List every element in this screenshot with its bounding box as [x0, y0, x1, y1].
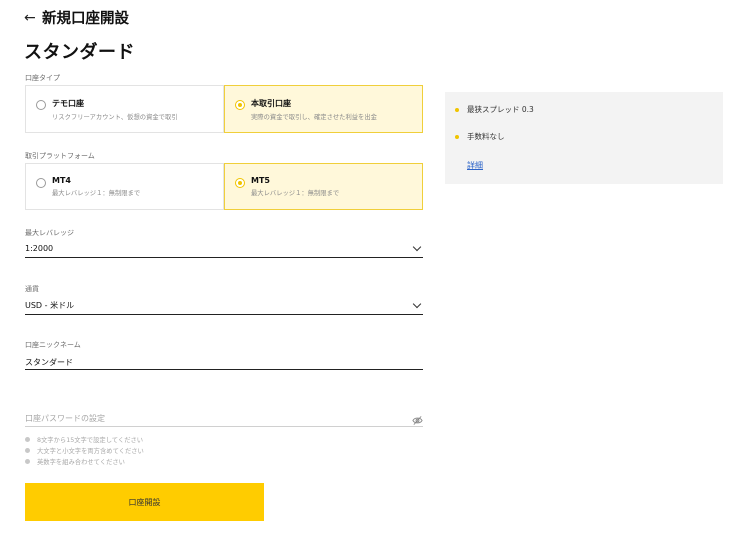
- hint-item: 8文字から15文字で設定してください: [25, 434, 144, 445]
- hint-bullet: [25, 437, 30, 442]
- account-type-option-demo[interactable]: テモ口座 リスクフリーアカウント、仮想の資金で取引: [25, 85, 224, 133]
- header: ← 新規口座開設: [24, 7, 129, 28]
- hint-bullet: [25, 448, 30, 453]
- platform-option-mt4[interactable]: MT4 最大レバレッジ１：無制限まで: [25, 163, 224, 210]
- hint-bullet: [25, 459, 30, 464]
- radio-button[interactable]: [36, 100, 46, 110]
- currency-label: 通貨: [25, 285, 39, 293]
- account-type-group: テモ口座 リスクフリーアカウント、仮想の資金で取引 本取引口座 実際の資金で取引…: [25, 85, 423, 133]
- currency-underline: [25, 314, 423, 315]
- option-title: テモ口座: [52, 99, 84, 108]
- hint-text: 大文字と小文字を両方含めてください: [37, 448, 144, 455]
- hint-item: 英数字を組み合わせてください: [25, 456, 144, 467]
- eye-off-icon[interactable]: [412, 411, 423, 425]
- arrow-left-icon[interactable]: ←: [24, 10, 42, 26]
- platform-option-mt5[interactable]: MT5 最大レバレッジ１：無制限まで: [224, 163, 423, 210]
- nickname-label: 口座ニックネーム: [25, 341, 81, 349]
- hint-text: 8文字から15文字で設定してください: [37, 437, 144, 444]
- option-title: MT4: [52, 176, 71, 185]
- password-hints: 8文字から15文字で設定してください 大文字と小文字を両方含めてください 英数字…: [25, 434, 144, 467]
- hint-item: 大文字と小文字を両方含めてください: [25, 445, 144, 456]
- nickname-underline: [25, 369, 423, 370]
- section-title: スタンダード: [24, 42, 135, 63]
- option-description: 最大レバレッジ１：無制限まで: [251, 190, 340, 197]
- account-type-option-live[interactable]: 本取引口座 実際の資金で取引し、確定させた利益を出金: [224, 85, 423, 133]
- password-input[interactable]: [25, 411, 423, 425]
- info-item: 手数料なし: [455, 131, 505, 142]
- account-type-label: 口座タイプ: [25, 74, 60, 82]
- open-account-button[interactable]: 口座開設: [25, 483, 264, 521]
- leverage-value: 1:2000: [25, 244, 54, 253]
- leverage-underline: [25, 257, 423, 258]
- info-text: 手数料なし: [467, 132, 505, 141]
- option-title: 本取引口座: [251, 99, 291, 108]
- platform-group: MT4 最大レバレッジ１：無制限まで MT5 最大レバレッジ１：無制限まで: [25, 163, 423, 210]
- option-description: リスクフリーアカウント、仮想の資金で取引: [52, 114, 178, 121]
- account-info-panel: 最狭スプレッド 0.3 手数料なし 詳細: [445, 92, 723, 184]
- page-title: 新規口座開設: [42, 11, 129, 27]
- info-bullet: [455, 107, 459, 112]
- radio-button-selected[interactable]: [235, 100, 245, 110]
- radio-button[interactable]: [36, 178, 46, 188]
- info-text: 最狭スプレッド 0.3: [467, 105, 534, 114]
- info-item: 最狭スプレッド 0.3: [455, 104, 534, 115]
- radio-button-selected[interactable]: [235, 178, 245, 188]
- hint-text: 英数字を組み合わせてください: [37, 459, 125, 466]
- currency-select[interactable]: USD - 米ドル: [25, 297, 423, 314]
- details-link[interactable]: 詳細: [467, 160, 483, 171]
- nickname-input[interactable]: [25, 355, 423, 369]
- platform-label: 取引プラットフォーム: [25, 152, 95, 160]
- info-bullet: [455, 134, 459, 139]
- currency-value: USD - 米ドル: [25, 301, 75, 310]
- chevron-down-icon: [412, 299, 422, 308]
- leverage-label: 最大レバレッジ: [25, 229, 74, 237]
- option-description: 最大レバレッジ１：無制限まで: [52, 190, 141, 197]
- option-title: MT5: [251, 176, 270, 185]
- leverage-select[interactable]: 1:2000: [25, 240, 423, 257]
- option-description: 実際の資金で取引し、確定させた利益を出金: [251, 114, 377, 121]
- password-underline: [25, 426, 423, 427]
- chevron-down-icon: [412, 242, 422, 251]
